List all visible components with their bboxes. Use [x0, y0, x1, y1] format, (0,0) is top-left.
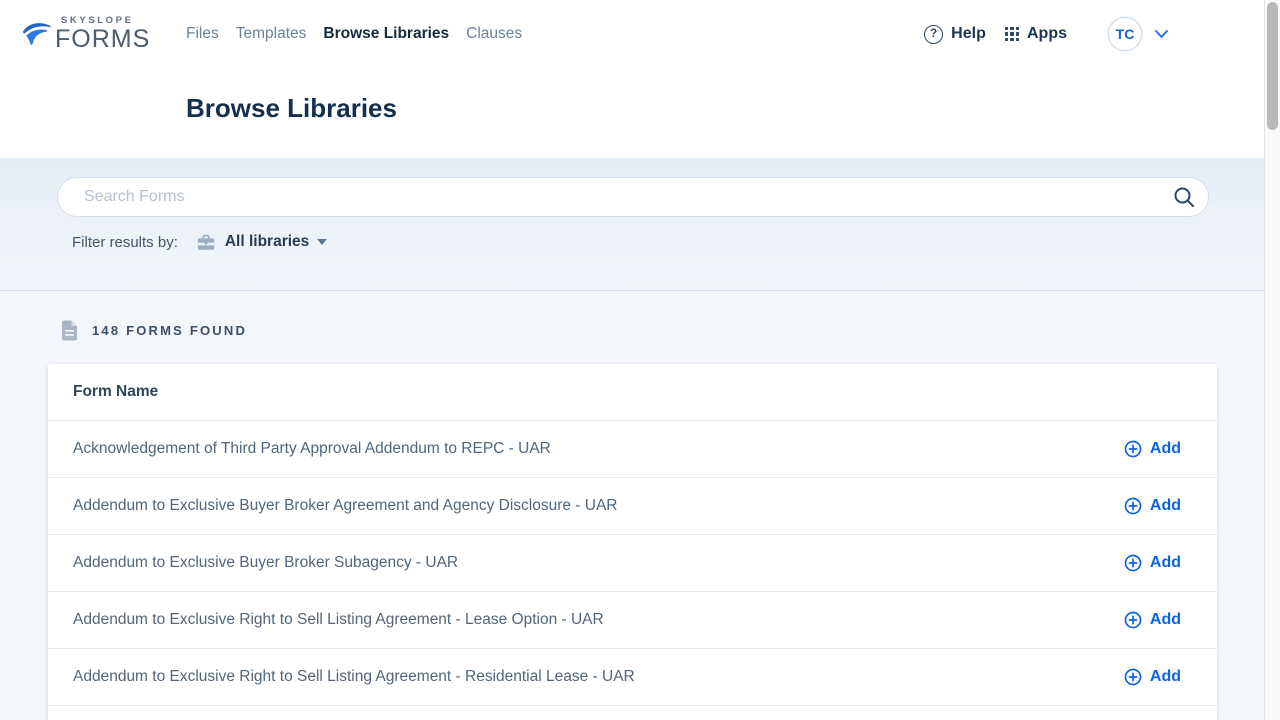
forms-table-card: Form Name Acknowledgement of Third Party…: [48, 364, 1217, 720]
help-icon: ?: [924, 25, 943, 44]
form-name: Addendum to Exclusive Right to Sell List…: [73, 668, 635, 686]
avatar-initials: TC: [1116, 26, 1135, 42]
add-label: Add: [1150, 554, 1181, 572]
help-button[interactable]: ? Help: [924, 25, 986, 44]
results-section: 148 FORMS FOUND Form Name Acknowledgemen…: [0, 290, 1264, 720]
page-title: Browse Libraries: [186, 93, 1264, 123]
skyslope-swoosh-icon: [22, 18, 53, 50]
document-icon: [61, 320, 78, 341]
filter-row: Filter results by: All libraries: [72, 233, 1264, 251]
apps-button[interactable]: Apps: [1005, 25, 1067, 43]
add-form-button[interactable]: Add: [1124, 668, 1181, 686]
circle-plus-icon: [1124, 440, 1142, 458]
add-form-button[interactable]: Add: [1124, 440, 1181, 458]
caret-down-icon: [317, 239, 327, 245]
circle-plus-icon: [1124, 554, 1142, 572]
form-row-partial: [48, 706, 1217, 720]
form-name: Addendum to Exclusive Buyer Broker Agree…: [73, 497, 617, 515]
library-filter-dropdown[interactable]: All libraries: [225, 233, 327, 251]
forms-found-count: 148 FORMS FOUND: [92, 323, 247, 338]
add-label: Add: [1150, 611, 1181, 629]
add-label: Add: [1150, 668, 1181, 686]
apps-label: Apps: [1027, 25, 1067, 43]
search-icon: [1173, 186, 1196, 209]
filter-label: Filter results by:: [72, 234, 178, 251]
nav-item[interactable]: Templates: [236, 25, 307, 43]
header-actions: ? Help Apps TC: [924, 17, 1169, 51]
user-avatar[interactable]: TC: [1108, 17, 1142, 51]
help-label: Help: [951, 25, 986, 43]
page-scrollbar-thumb[interactable]: [1267, 2, 1278, 130]
forms-table-body: Acknowledgement of Third Party Approval …: [48, 421, 1217, 706]
form-name: Addendum to Exclusive Right to Sell List…: [73, 611, 604, 629]
column-header-form-name: Form Name: [73, 383, 158, 401]
logo-text: SKYSLOPE FORMS: [55, 16, 150, 52]
form-name: Addendum to Exclusive Buyer Broker Subag…: [73, 554, 458, 572]
chevron-down-icon: [1154, 29, 1169, 39]
account-menu-chevron[interactable]: [1154, 29, 1169, 39]
library-filter-value: All libraries: [225, 233, 309, 251]
app-header: SKYSLOPE FORMS Files Templates Browse Li…: [0, 0, 1264, 158]
form-row[interactable]: Addendum to Exclusive Buyer Broker Agree…: [48, 478, 1217, 535]
add-label: Add: [1150, 497, 1181, 515]
briefcase-icon: [197, 234, 215, 251]
primary-nav: Files Templates Browse Libraries Clauses: [186, 25, 522, 43]
circle-plus-icon: [1124, 668, 1142, 686]
search-bar: [57, 177, 1209, 217]
skyslope-forms-logo[interactable]: SKYSLOPE FORMS: [22, 16, 186, 52]
topbar-row: SKYSLOPE FORMS Files Templates Browse Li…: [0, 14, 1264, 54]
apps-grid-icon: [1005, 27, 1019, 41]
search-button[interactable]: [1173, 186, 1196, 209]
form-row[interactable]: Addendum to Exclusive Right to Sell List…: [48, 592, 1217, 649]
search-input[interactable]: [57, 177, 1209, 217]
form-name: Acknowledgement of Third Party Approval …: [73, 440, 551, 458]
logo-forms-label: FORMS: [55, 27, 150, 52]
page-scrollbar-track: [1264, 0, 1280, 720]
form-row[interactable]: Addendum to Exclusive Buyer Broker Subag…: [48, 535, 1217, 592]
search-section: Filter results by: All libraries: [0, 158, 1264, 290]
circle-plus-icon: [1124, 497, 1142, 515]
form-row[interactable]: Acknowledgement of Third Party Approval …: [48, 421, 1217, 478]
forms-found-row: 148 FORMS FOUND: [61, 319, 1264, 341]
add-form-button[interactable]: Add: [1124, 497, 1181, 515]
nav-item[interactable]: Browse Libraries: [323, 25, 449, 43]
circle-plus-icon: [1124, 611, 1142, 629]
skyslope-forms-app: SKYSLOPE FORMS Files Templates Browse Li…: [0, 0, 1280, 720]
add-form-button[interactable]: Add: [1124, 611, 1181, 629]
add-label: Add: [1150, 440, 1181, 458]
table-header-row: Form Name: [48, 364, 1217, 421]
nav-item[interactable]: Files: [186, 25, 219, 43]
main-content: SKYSLOPE FORMS Files Templates Browse Li…: [0, 0, 1264, 720]
add-form-button[interactable]: Add: [1124, 554, 1181, 572]
form-row[interactable]: Addendum to Exclusive Right to Sell List…: [48, 649, 1217, 706]
nav-item[interactable]: Clauses: [466, 25, 522, 43]
